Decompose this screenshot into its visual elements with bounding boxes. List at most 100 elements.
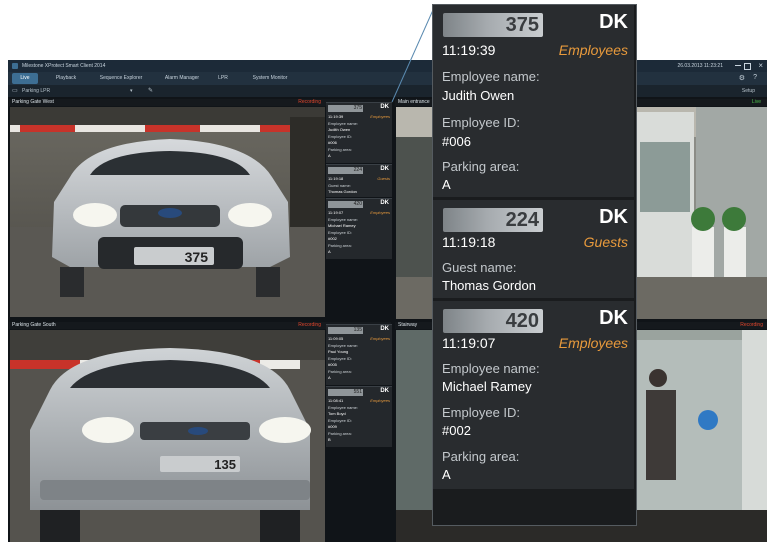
car-scene-image: 135: [10, 330, 325, 542]
field-value: Tom Boyd: [328, 411, 346, 416]
lpr-result-mini[interactable]: 551 DK 11:08:41 Employees Employee name:…: [326, 386, 392, 447]
result-time: 11:19:18: [442, 234, 496, 250]
field-label: Employee name:: [442, 361, 540, 376]
field-value: Michael Ramey: [442, 379, 532, 394]
plate-thumbnail: 224: [328, 167, 363, 174]
plate-thumbnail: 420: [443, 309, 543, 333]
lpr-result-mini[interactable]: 375 DK 11:19:39 Employees Employee name:…: [326, 102, 392, 163]
maximize-button[interactable]: [744, 63, 751, 70]
field-value: Thomas Gordon: [442, 278, 536, 293]
country-code: DK: [380, 326, 389, 332]
tab-lpr[interactable]: LPR: [212, 73, 234, 84]
pin-icon[interactable]: ✎: [148, 85, 153, 97]
camera-title: Parking Gate West: [12, 99, 54, 105]
field-value: A: [328, 375, 331, 380]
setup-button[interactable]: Setup: [742, 85, 755, 97]
field-label: Employee name:: [328, 343, 359, 348]
field-value: #009: [328, 424, 337, 429]
field-label: Employee name:: [442, 69, 540, 84]
result-time: 11:19:07: [328, 210, 344, 215]
chevron-down-icon[interactable]: ▾: [130, 85, 133, 97]
lpr-result-zoomed[interactable]: 420 DK 11:19:07 Employees Employee name:…: [433, 301, 634, 489]
field-value: B: [328, 437, 331, 442]
field-label: Guest name:: [328, 183, 351, 188]
car-scene-image: 375: [10, 107, 325, 317]
tab-playback[interactable]: Playback: [48, 73, 84, 84]
result-time: 11:19:39: [328, 114, 344, 119]
plate-number: 420: [505, 310, 539, 332]
lpr-result-mini[interactable]: 224 DK 11:19:18 Guests Guest name: Thoma…: [326, 164, 392, 197]
field-label: Employee ID:: [328, 134, 353, 139]
plate-thumbnail: 135: [328, 327, 363, 334]
country-code: DK: [599, 307, 628, 329]
result-time: 11:19:18: [328, 176, 344, 181]
lpr-result-zoomed[interactable]: 224 DK 11:19:18 Guests Guest name: Thoma…: [433, 200, 634, 298]
field-value: #002: [442, 423, 471, 438]
result-time: 11:19:39: [442, 42, 496, 58]
match-list: Employees: [370, 114, 390, 119]
field-label: Guest name:: [442, 260, 517, 275]
close-button[interactable]: ×: [758, 60, 763, 72]
zoom-connector-line: [391, 9, 434, 103]
title-bar: Milestone XProtect Smart Client 2014 26.…: [8, 60, 767, 72]
field-label: Employee ID:: [442, 115, 521, 130]
plate-number: 375: [505, 14, 539, 36]
match-list: Employees: [558, 42, 628, 58]
field-label: Employee name:: [328, 405, 359, 410]
field-value: #005: [328, 362, 337, 367]
field-label: Employee ID:: [328, 230, 353, 235]
view-toolbar: ▭ Parking LPR ▾ ✎ Setup: [8, 85, 767, 97]
camera-view-gate-south[interactable]: 135: [10, 330, 325, 542]
field-value: #006: [328, 140, 337, 145]
result-time: 11:19:07: [442, 335, 496, 351]
country-code: DK: [599, 11, 628, 33]
field-value: Judith Owen: [328, 127, 351, 132]
recording-indicator: Recording: [298, 99, 321, 105]
minimize-button[interactable]: [735, 65, 741, 66]
tab-sequence-explorer[interactable]: Sequence Explorer: [90, 73, 152, 84]
country-code: DK: [380, 200, 389, 206]
field-label: Parking area:: [328, 431, 352, 436]
plate-thumbnail: 420: [328, 201, 363, 208]
view-selector-icon[interactable]: ▭: [12, 85, 18, 97]
tab-system-monitor[interactable]: System Monitor: [244, 73, 296, 84]
tab-alarm-manager[interactable]: Alarm Manager: [158, 73, 206, 84]
field-value: Michael Ramey: [328, 223, 356, 228]
result-time: 11:08:41: [328, 398, 344, 403]
result-time: 11:09:05: [328, 336, 344, 341]
plate-thumbnail: 375: [328, 105, 363, 112]
camera-title: Stairway: [398, 322, 418, 328]
field-value: #006: [442, 134, 471, 149]
lpr-result-mini[interactable]: 420 DK 11:19:07 Employees Employee name:…: [326, 198, 392, 259]
camera-view-gate-west[interactable]: 375: [10, 107, 325, 317]
recording-indicator: Recording: [298, 322, 321, 328]
match-list: Employees: [370, 336, 390, 341]
field-label: Parking area:: [328, 369, 352, 374]
plate-thumbnail: 551: [328, 389, 363, 396]
help-icon[interactable]: ?: [753, 74, 757, 81]
settings-icon[interactable]: ⚙: [739, 74, 745, 82]
recording-indicator: Recording: [740, 322, 763, 328]
workspace-tabs: Live Playback Sequence Explorer Alarm Ma…: [8, 72, 767, 85]
app-logo-icon: [12, 63, 18, 69]
lpr-result-zoomed[interactable]: 375 DK 11:19:39 Employees Employee name:…: [433, 5, 634, 197]
window-title: Milestone XProtect Smart Client 2014: [22, 63, 106, 69]
lpr-result-mini[interactable]: 135 DK 11:09:05 Employees Employee name:…: [326, 324, 392, 385]
field-value: A: [442, 177, 451, 192]
match-list: Employees: [558, 335, 628, 351]
view-selector[interactable]: Parking LPR: [22, 85, 50, 97]
field-value: A: [442, 467, 451, 482]
field-value: Thomas Gordon: [328, 189, 357, 194]
field-value: A: [328, 153, 331, 158]
field-value: A: [328, 249, 331, 254]
field-label: Parking area:: [328, 243, 352, 248]
tab-live[interactable]: Live: [12, 73, 38, 84]
country-code: DK: [380, 104, 389, 110]
plate-thumbnail: 375: [443, 13, 543, 37]
field-label: Employee name:: [328, 121, 359, 126]
clock: 26.03.2013 11:23:21: [677, 63, 723, 69]
field-label: Parking area:: [442, 449, 520, 464]
field-value: Judith Owen: [442, 88, 515, 103]
field-label: Employee ID:: [328, 356, 353, 361]
country-code: DK: [599, 206, 628, 228]
